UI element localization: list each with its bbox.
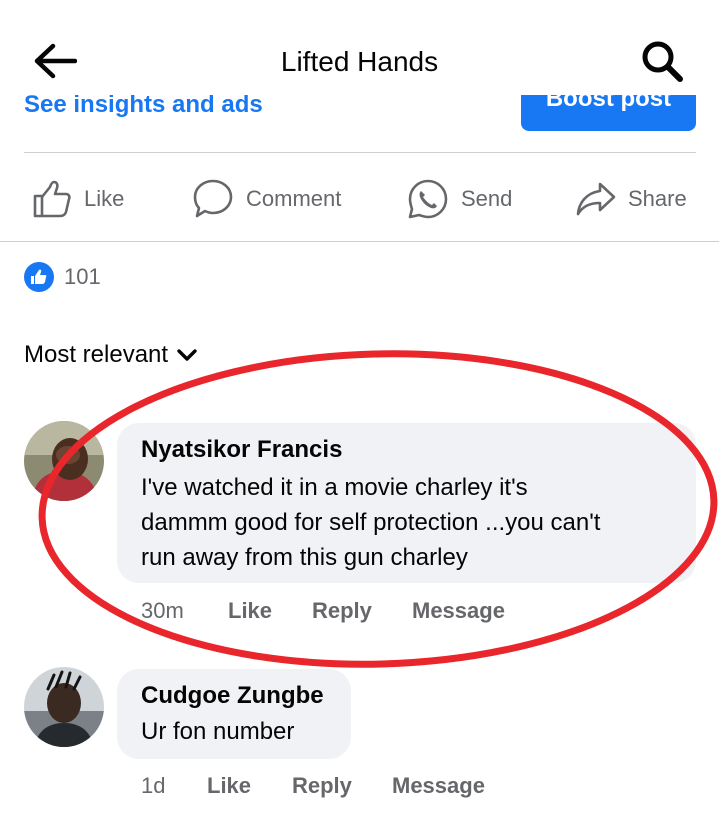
avatar[interactable] <box>24 667 104 747</box>
comment-label: Comment <box>246 186 342 211</box>
comment-text-line: dammm good for self protection ...you ca… <box>141 509 601 536</box>
sort-label: Most relevant <box>24 341 169 368</box>
search-button[interactable] <box>636 38 688 88</box>
search-icon <box>640 39 684 88</box>
comment-message-button[interactable]: Message <box>392 773 485 803</box>
comment-sort-dropdown[interactable]: Most relevant <box>24 337 198 373</box>
timestamp-text: 30m <box>141 598 184 623</box>
comment-text-line: I've watched it in a movie charley it's <box>141 474 528 501</box>
send-button[interactable]: Send <box>407 168 512 230</box>
timestamp-text: 1d <box>141 773 166 798</box>
comment-bubble-icon <box>192 178 234 220</box>
divider <box>0 241 719 242</box>
comment-timestamp: 30m <box>141 598 184 628</box>
like-label: Like <box>84 186 125 211</box>
divider <box>24 152 696 153</box>
comment-reply-button[interactable]: Reply <box>292 773 352 803</box>
chevron-down-icon <box>176 341 198 369</box>
comment-text-line: run away from this gun charley <box>141 544 468 571</box>
share-label: Share <box>628 186 687 211</box>
post-action-bar: Like Comment Send Share <box>0 168 719 230</box>
top-bar: Lifted Hands <box>0 0 719 95</box>
thumbs-up-icon <box>32 179 72 219</box>
boost-post-label: Boost post <box>545 95 672 112</box>
comment-like-button[interactable]: Like <box>207 773 251 803</box>
reaction-count: 101 <box>64 264 101 289</box>
reaction-summary[interactable]: 101 <box>24 260 101 294</box>
comment-text-line: Ur fon number <box>141 718 295 745</box>
comment-message-button[interactable]: Message <box>412 598 505 628</box>
like-reaction-icon <box>24 262 54 292</box>
boost-post-button[interactable]: Boost post <box>521 95 696 131</box>
comment-timestamp: 1d <box>141 773 165 803</box>
see-insights-link[interactable]: See insights and ads <box>24 95 263 119</box>
comment-author[interactable]: Cudgoe Zungbe <box>141 682 324 710</box>
share-button[interactable]: Share <box>576 168 687 230</box>
comment-like-button[interactable]: Like <box>228 598 272 628</box>
page-title: Lifted Hands <box>280 46 439 77</box>
avatar[interactable] <box>24 421 104 501</box>
scrolled-insights-row: See insights and ads Boost post <box>0 95 719 140</box>
whatsapp-icon <box>407 178 449 220</box>
comment-button[interactable]: Comment <box>192 168 341 230</box>
share-arrow-icon <box>576 181 616 217</box>
comment-reply-button[interactable]: Reply <box>312 598 372 628</box>
like-button[interactable]: Like <box>32 168 124 230</box>
send-label: Send <box>461 186 513 211</box>
comment-author[interactable]: Nyatsikor Francis <box>141 436 342 464</box>
